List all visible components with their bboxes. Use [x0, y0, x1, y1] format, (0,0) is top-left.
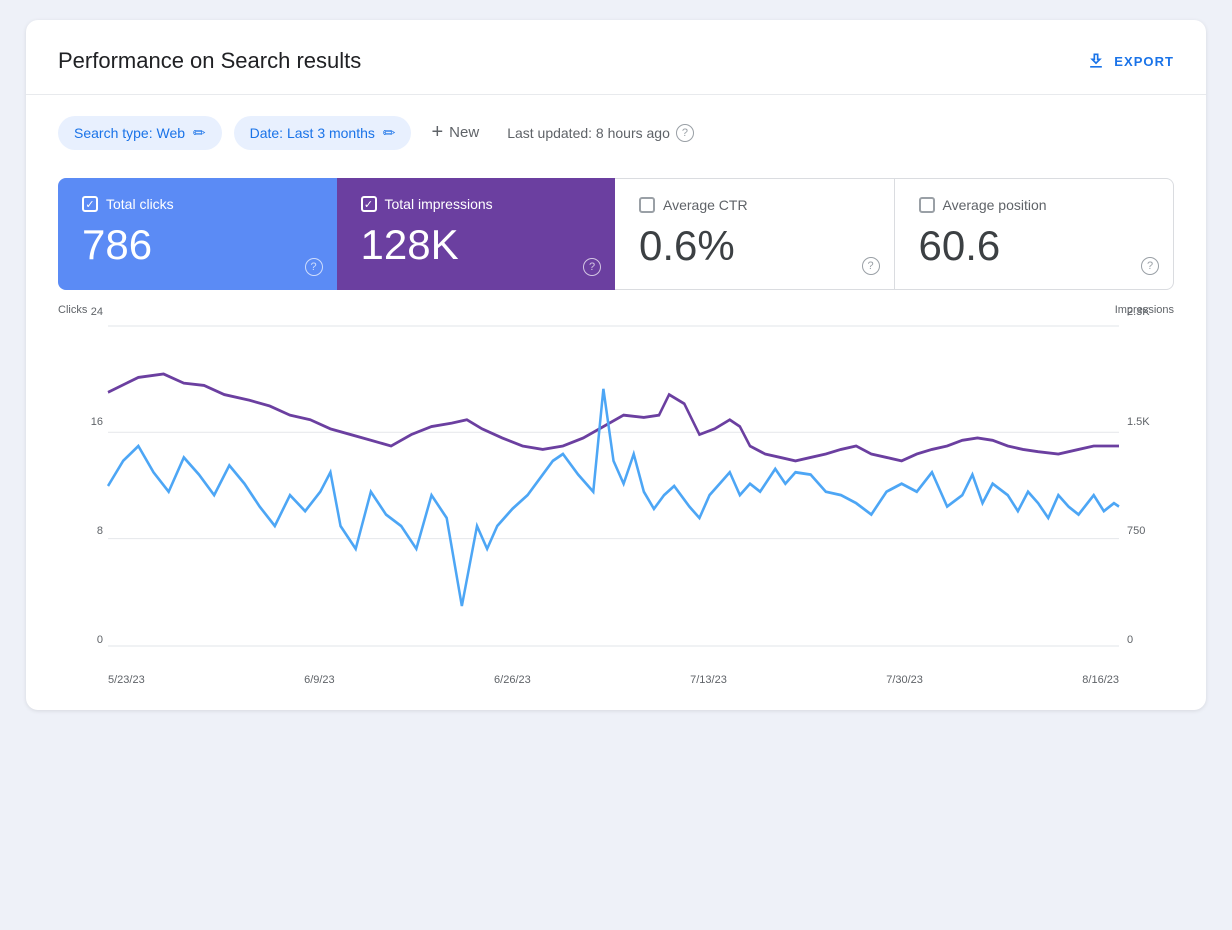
x-label-3: 7/13/23 [690, 674, 727, 686]
ctr-label: Average CTR [663, 197, 748, 213]
y-left-label-0: 24 [91, 306, 103, 318]
clicks-help-icon[interactable]: ? [305, 258, 323, 276]
export-button[interactable]: EXPORT [1086, 51, 1174, 71]
chart-area: Clicks Impressions 24 16 8 0 2.3K 1.5K 7… [58, 306, 1174, 686]
y-axis-right: 2.3K 1.5K 750 0 [1119, 306, 1174, 646]
chart-svg-container [108, 326, 1119, 646]
header: Performance on Search results EXPORT [26, 20, 1206, 95]
clicks-value: 786 [82, 222, 313, 268]
page-title: Performance on Search results [58, 48, 361, 74]
position-checkbox[interactable] [919, 197, 935, 213]
main-card: Performance on Search results EXPORT Sea… [26, 20, 1206, 710]
y-right-label-0: 2.3K [1127, 306, 1150, 318]
impressions-checkbox[interactable]: ✓ [361, 196, 377, 212]
y-right-label-1: 1.5K [1127, 416, 1150, 428]
position-value: 60.6 [919, 223, 1150, 269]
metric-total-impressions[interactable]: ✓ Total impressions 128K ? [337, 178, 616, 290]
plus-icon: + [431, 121, 443, 144]
x-label-1: 6/9/23 [304, 674, 335, 686]
export-icon [1086, 51, 1106, 71]
ctr-help-icon[interactable]: ? [862, 257, 880, 275]
edit-icon: ✏ [193, 124, 206, 142]
x-label-0: 5/23/23 [108, 674, 145, 686]
impressions-label: Total impressions [385, 196, 493, 212]
y-left-label-2: 8 [97, 525, 103, 537]
clicks-checkbox[interactable]: ✓ [82, 196, 98, 212]
x-label-4: 7/30/23 [886, 674, 923, 686]
metric-average-ctr[interactable]: Average CTR 0.6% ? [615, 178, 895, 290]
x-label-5: 8/16/23 [1082, 674, 1119, 686]
date-filter[interactable]: Date: Last 3 months ✏ [234, 116, 412, 150]
y-axis-left: 24 16 8 0 [58, 306, 103, 646]
new-button[interactable]: + New [423, 113, 487, 152]
position-help-icon[interactable]: ? [1141, 257, 1159, 275]
metric-average-position[interactable]: Average position 60.6 ? [895, 178, 1175, 290]
info-icon[interactable]: ? [676, 124, 694, 142]
last-updated: Last updated: 8 hours ago ? [507, 124, 694, 142]
impressions-help-icon[interactable]: ? [583, 258, 601, 276]
chart-svg [108, 326, 1119, 646]
ctr-value: 0.6% [639, 223, 870, 269]
clicks-label: Total clicks [106, 196, 174, 212]
metric-total-clicks[interactable]: ✓ Total clicks 786 ? [58, 178, 337, 290]
y-right-label-3: 0 [1127, 634, 1133, 646]
position-label: Average position [943, 197, 1047, 213]
search-type-filter[interactable]: Search type: Web ✏ [58, 116, 222, 150]
filters-row: Search type: Web ✏ Date: Last 3 months ✏… [26, 95, 1206, 170]
impressions-value: 128K [361, 222, 592, 268]
ctr-checkbox[interactable] [639, 197, 655, 213]
y-left-label-1: 16 [91, 416, 103, 428]
x-axis-labels: 5/23/23 6/9/23 6/26/23 7/13/23 7/30/23 8… [108, 674, 1119, 686]
y-right-label-2: 750 [1127, 525, 1145, 537]
y-left-label-3: 0 [97, 634, 103, 646]
x-label-2: 6/26/23 [494, 674, 531, 686]
metrics-row: ✓ Total clicks 786 ? ✓ Total impressions… [58, 178, 1174, 290]
edit-icon: ✏ [383, 124, 396, 142]
